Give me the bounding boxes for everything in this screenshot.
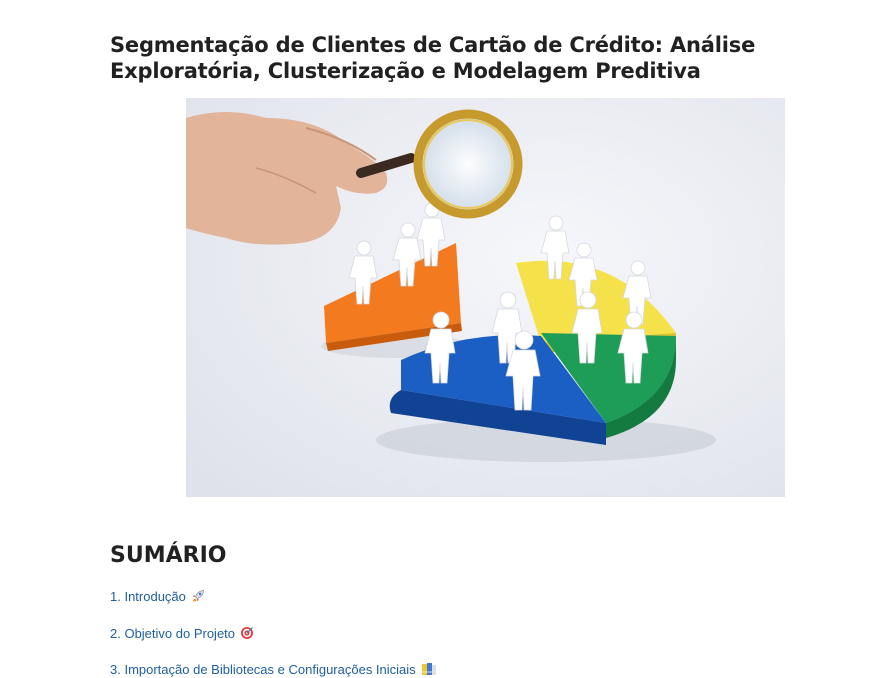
summary-item: 1. Introdução [110,588,437,625]
summary-item: 2. Objetivo do Projeto [110,625,437,662]
hero-image [186,98,785,497]
summary-link-label: 1. Introdução [110,589,186,604]
summary-list: 1. Introdução 2. Objetivo do Projeto 3. … [110,588,437,678]
books-icon [421,662,437,678]
summary-item: 3. Importação de Bibliotecas e Configura… [110,661,437,678]
summary-link-objetivo[interactable]: 2. Objetivo do Projeto [110,626,254,641]
summary-link-label: 3. Importação de Bibliotecas e Configura… [110,662,416,677]
summary-heading: SUMÁRIO [110,543,227,568]
rocket-icon [191,589,205,608]
target-icon [240,626,254,645]
notebook-page: Segmentação de Clientes de Cartão de Cré… [0,0,896,678]
page-title: Segmentação de Clientes de Cartão de Cré… [110,33,756,83]
summary-link-introducao[interactable]: 1. Introdução [110,589,205,604]
summary-link-label: 2. Objetivo do Projeto [110,625,236,641]
summary-link-importacao[interactable]: 3. Importação de Bibliotecas e Configura… [110,662,437,677]
